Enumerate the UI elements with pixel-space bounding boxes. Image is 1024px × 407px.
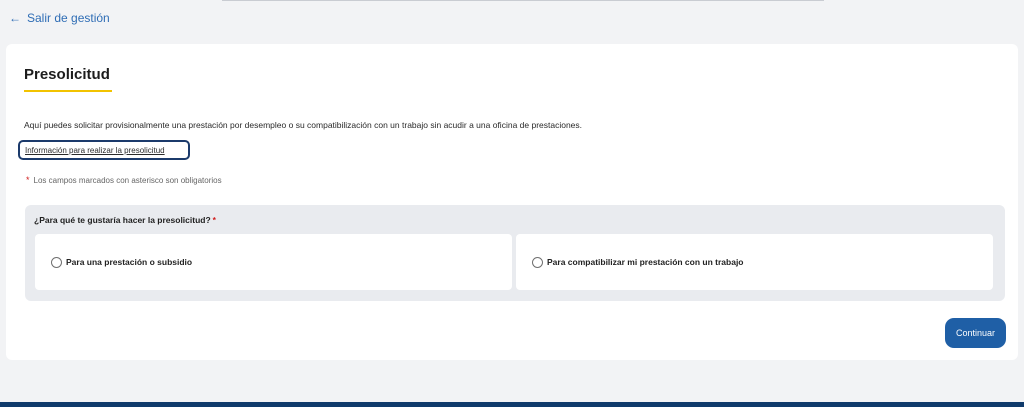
radio-button[interactable] (51, 256, 62, 268)
continue-button[interactable]: Continuar (945, 318, 1006, 348)
required-fields-note: * Los campos marcados con asterisco son o… (26, 175, 222, 185)
info-link-focus-outline: Información para realizar la presolicitu… (18, 140, 190, 160)
question-text: ¿Para qué te gustaría hacer la presolici… (34, 215, 211, 225)
option-benefit[interactable]: Para una prestación o subsidio (35, 234, 512, 290)
intro-text: Aquí puedes solicitar provisionalmente u… (24, 120, 583, 130)
option-label: Para una prestación o subsidio (66, 257, 193, 267)
footer-bar (0, 402, 1024, 407)
page-title: Presolicitud (24, 66, 110, 83)
question-label: ¿Para qué te gustaría hacer la presolici… (34, 215, 216, 225)
main-card: Presolicitud Aquí puedes solicitar provi… (6, 44, 1018, 360)
title-underline (24, 90, 112, 92)
asterisk-icon: * (26, 175, 30, 185)
exit-link[interactable]: ← Salir de gestión (9, 11, 110, 25)
option-label: Para compatibilizar mi prestación con un… (547, 257, 744, 267)
required-asterisk: * (212, 215, 216, 225)
exit-link-label: Salir de gestión (27, 11, 110, 25)
arrow-left-icon: ← (9, 11, 21, 25)
top-divider (222, 0, 824, 1)
option-compatibilize[interactable]: Para compatibilizar mi prestación con un… (516, 234, 993, 290)
info-link[interactable]: Información para realizar la presolicitu… (25, 146, 165, 155)
radio-button[interactable] (532, 256, 543, 268)
question-panel: ¿Para qué te gustaría hacer la presolici… (25, 205, 1005, 301)
required-note-text: Los campos marcados con asterisco son ob… (33, 176, 222, 185)
